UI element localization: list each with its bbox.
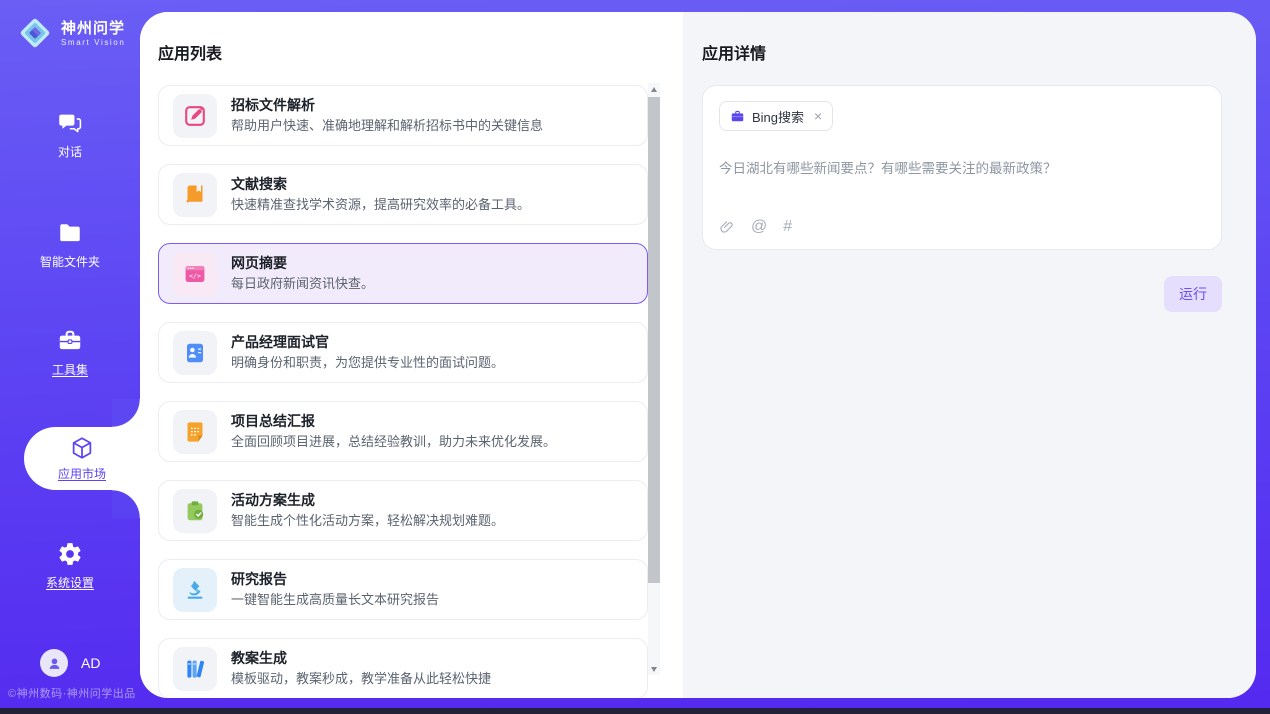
browser-code-icon: </> [173,252,217,296]
list-scrollbar[interactable] [648,83,660,675]
app-name: 文献搜索 [231,174,530,195]
app-list-panel: 应用列表 招标文件解析 帮助用户快速、准确地理解和解析招标书中的关键信息 [140,12,683,698]
app-detail-title: 应用详情 [702,40,1237,64]
avatar [40,649,68,677]
run-button[interactable]: 运行 [1164,276,1222,312]
query-text[interactable]: 今日湖北有哪些新闻要点？有哪些需要关注的最新政策？ [719,157,1205,177]
sidebar-footer: ©神州数码·神州问学出品 [8,685,140,701]
run-row: 运行 [702,276,1222,312]
person-icon [46,655,63,672]
close-icon[interactable]: × [814,109,822,123]
sidebar-item-toolset[interactable]: 工具集 [0,328,140,378]
app-name: 活动方案生成 [231,490,504,511]
app-detail-panel: 应用详情 Bing搜索 × 今日湖北有哪些新闻要点？有哪些需要关注的最新政策？ … [683,12,1256,698]
sidebar-item-label: 对话 [58,143,82,160]
app-name: 教案生成 [231,648,491,669]
microscope-icon [173,568,217,612]
logo-diamond-icon [16,14,54,52]
app-logo: 神州问学 Smart Vision [16,14,125,52]
app-desc: 明确身份和职责，为您提供专业性的面试问题。 [231,353,504,373]
sidebar: 神州问学 Smart Vision 对话 智能文件夹 工具集 应用市场 [0,0,140,708]
app-cards: 招标文件解析 帮助用户快速、准确地理解和解析招标书中的关键信息 文献搜索 快速精… [158,85,648,698]
app-card-event-plan[interactable]: 活动方案生成 智能生成个性化活动方案，轻松解决规划难题。 [158,480,648,541]
sidebar-item-label: 系统设置 [46,574,94,591]
sidebar-item-chat[interactable]: 对话 [0,110,140,160]
input-actions: @ # [719,218,1205,236]
books-icon [173,647,217,691]
app-desc: 快速精准查找学术资源，提高研究效率的必备工具。 [231,195,530,215]
logo-title: 神州问学 [61,20,125,38]
app-name: 网页摘要 [231,253,374,274]
sidebar-item-label: 工具集 [52,361,88,378]
folder-icon [57,220,83,246]
hash-icon[interactable]: # [783,218,792,236]
tool-tag-bing-search[interactable]: Bing搜索 × [719,101,833,131]
chat-icon [57,110,83,136]
app-card-web-summary[interactable]: </> 网页摘要 每日政府新闻资讯快查。 [158,243,648,304]
book-icon [173,173,217,217]
app-card-pm-interviewer[interactable]: 产品经理面试官 明确身份和职责，为您提供专业性的面试问题。 [158,322,648,383]
query-input-card[interactable]: Bing搜索 × 今日湖北有哪些新闻要点？有哪些需要关注的最新政策？ @ # [702,85,1222,250]
scrollbar-track[interactable] [648,95,660,663]
app-list-title: 应用列表 [158,40,222,64]
app-desc: 智能生成个性化活动方案，轻松解决规划难题。 [231,511,504,531]
briefcase-icon [730,109,745,124]
app-card-project-summary[interactable]: 项目总结汇报 全面回顾项目进展，总结经验教训，助力未来优化发展。 [158,401,648,462]
logo-subtitle: Smart Vision [61,38,125,47]
sidebar-item-settings[interactable]: 系统设置 [0,541,140,591]
user-name: AD [81,655,100,671]
tool-tag-label: Bing搜索 [752,107,804,126]
paperclip-icon[interactable] [719,219,735,235]
toolbox-icon [57,328,83,354]
sidebar-item-smart-folder[interactable]: 智能文件夹 [0,220,140,270]
clipboard-check-icon [173,489,217,533]
app-desc: 全面回顾项目进展，总结经验教训，助力未来优化发展。 [231,432,556,452]
app-card-lesson-plan[interactable]: 教案生成 模板驱动，教案秒成，教学准备从此轻松快捷 [158,638,648,698]
bid-document-parse-icon [173,94,217,138]
app-card-research-report[interactable]: 研究报告 一键智能生成高质量长文本研究报告 [158,559,648,620]
user-profile[interactable]: AD [40,649,100,677]
interviewer-icon [173,331,217,375]
scrollbar-thumb[interactable] [648,97,660,583]
app-desc: 一键智能生成高质量长文本研究报告 [231,590,439,610]
sidebar-item-label: 应用市场 [58,465,106,482]
scroll-up-arrow-icon[interactable] [648,83,660,95]
app-name: 招标文件解析 [231,95,543,116]
main-content: 应用列表 招标文件解析 帮助用户快速、准确地理解和解析招标书中的关键信息 [140,12,1256,698]
cube-icon [69,435,95,461]
app-name: 项目总结汇报 [231,411,556,432]
svg-text:</>: </> [189,272,201,280]
app-card-literature-search[interactable]: 文献搜索 快速精准查找学术资源，提高研究效率的必备工具。 [158,164,648,225]
sidebar-item-label: 智能文件夹 [40,253,100,270]
app-name: 产品经理面试官 [231,332,504,353]
gear-icon [57,541,83,567]
app-card-bid-document-parse[interactable]: 招标文件解析 帮助用户快速、准确地理解和解析招标书中的关键信息 [158,85,648,146]
app-desc: 每日政府新闻资讯快查。 [231,274,374,294]
scroll-down-arrow-icon[interactable] [648,663,660,675]
sidebar-item-app-market[interactable]: 应用市场 [24,427,140,490]
app-name: 研究报告 [231,569,439,590]
app-desc: 模板驱动，教案秒成，教学准备从此轻松快捷 [231,669,491,689]
app-desc: 帮助用户快速、准确地理解和解析招标书中的关键信息 [231,116,543,136]
bottom-dark-strip [0,708,1270,714]
mention-icon[interactable]: @ [751,218,767,236]
notepad-icon [173,410,217,454]
